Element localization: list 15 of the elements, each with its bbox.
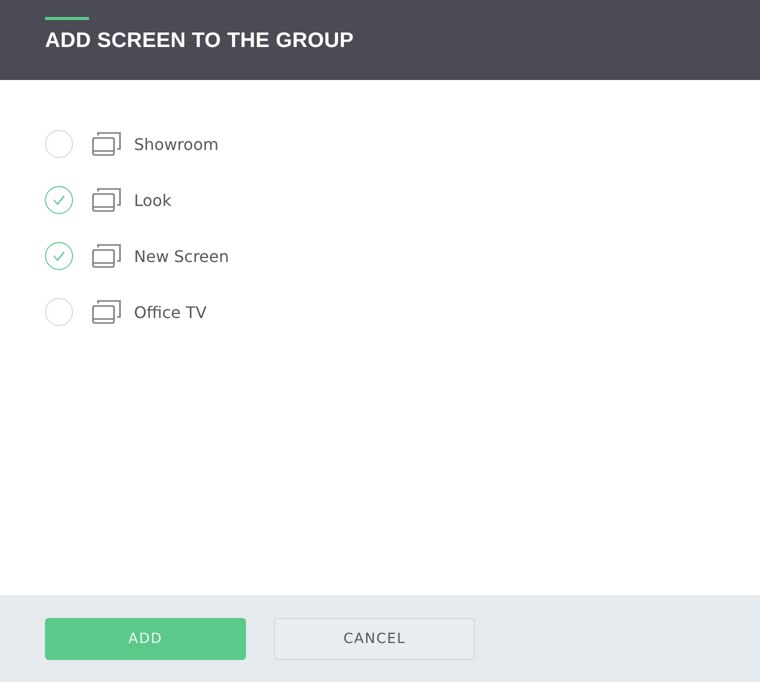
screens-icon — [92, 300, 122, 324]
accent-line — [45, 17, 89, 20]
select-circle[interactable] — [45, 130, 73, 158]
screens-icon — [92, 244, 122, 268]
dialog-title: ADD SCREEN TO THE GROUP — [45, 29, 355, 53]
screen-name: Showroom — [134, 134, 219, 154]
screen-name: Look — [134, 190, 172, 210]
select-circle[interactable] — [45, 298, 73, 326]
select-circle[interactable] — [45, 242, 73, 270]
screen-name: Office TV — [134, 302, 207, 322]
screens-icon — [92, 188, 122, 212]
cancel-button[interactable]: CANCEL — [274, 618, 475, 660]
select-circle[interactable] — [45, 186, 73, 214]
screens-icon — [92, 132, 122, 156]
screen-name: New Screen — [134, 246, 229, 266]
